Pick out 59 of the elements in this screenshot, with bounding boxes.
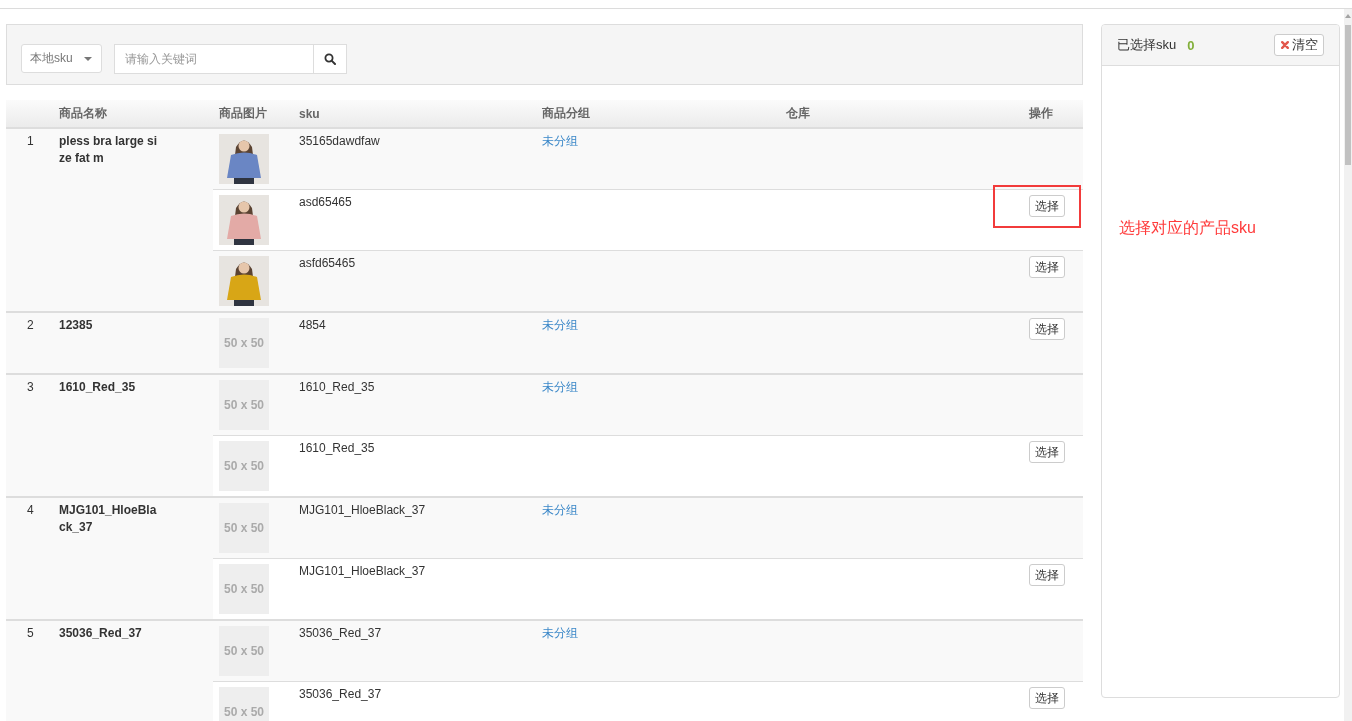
group-link[interactable]: 未分组 xyxy=(542,503,578,517)
group-link[interactable]: 未分组 xyxy=(542,380,578,394)
sku-code: 1610_Red_35 xyxy=(299,441,375,455)
sku-code: asd65465 xyxy=(299,195,352,209)
column-header: 操作 xyxy=(1029,106,1053,120)
product-name: MJG101_HloeBlack_37 xyxy=(59,502,158,536)
photo-placeholder xyxy=(219,134,269,184)
column-header: sku xyxy=(299,106,320,121)
sku-code: MJG101_HloeBlack_37 xyxy=(299,564,426,578)
column-header: 商品图片 xyxy=(219,106,267,120)
column-header: 仓库 xyxy=(786,106,810,120)
size-label: 50 x 50 xyxy=(223,398,264,412)
selected-count: 0 xyxy=(1187,37,1195,53)
size-label: 50 x 50 xyxy=(223,459,264,473)
sku-code: 1610_Red_35 xyxy=(299,380,375,394)
product-name: 1610_Red_35 xyxy=(59,379,137,396)
size-label: 50 x 50 xyxy=(223,336,264,350)
sku-code: 35036_Red_37 xyxy=(299,626,382,640)
row-number: 5 xyxy=(27,626,34,640)
size-label: 50 x 50 xyxy=(223,582,264,596)
select-button[interactable]: 选择 xyxy=(1029,195,1065,217)
search-button[interactable] xyxy=(313,44,347,74)
photo-placeholder xyxy=(219,195,269,245)
annotation-note: 选择对应的产品sku xyxy=(1119,219,1256,236)
product-name: 35036_Red_37 xyxy=(59,625,143,642)
search-icon xyxy=(324,53,336,65)
sku-code: 35165dawdfaw xyxy=(299,134,380,148)
select-button[interactable]: 选择 xyxy=(1029,687,1065,709)
photo-placeholder xyxy=(219,256,269,306)
row-number: 4 xyxy=(27,503,34,517)
select-button[interactable]: 选择 xyxy=(1029,256,1065,278)
column-header: 商品名称 xyxy=(59,106,107,120)
column-header: 商品分组 xyxy=(542,106,590,120)
select-button[interactable]: 选择 xyxy=(1029,441,1065,463)
scope-dropdown[interactable]: 本地sku xyxy=(21,44,102,73)
group-link[interactable]: 未分组 xyxy=(542,626,578,640)
keyword-field[interactable]: 请输入关键词 xyxy=(114,44,313,74)
size-label: 50 x 50 xyxy=(223,521,264,535)
sku-code: 4854 xyxy=(299,318,326,332)
select-button[interactable]: 选择 xyxy=(1029,318,1065,340)
scroll-thumb[interactable] xyxy=(1345,25,1351,165)
product-name: pless bra large size fat m xyxy=(59,133,159,167)
row-number: 3 xyxy=(27,380,34,394)
sku-code: MJG101_HloeBlack_37 xyxy=(299,503,426,517)
product-name: 12385 xyxy=(59,317,94,334)
sku-code: 35036_Red_37 xyxy=(299,687,382,701)
caret-icon xyxy=(84,56,92,61)
clear-button[interactable]: 清空 xyxy=(1274,34,1324,56)
group-link[interactable]: 未分组 xyxy=(542,134,578,148)
arrow-up-icon[interactable] xyxy=(1345,14,1351,18)
sku-code: asfd65465 xyxy=(299,256,356,270)
panel-title: 已选择sku xyxy=(1117,36,1177,54)
cross-icon xyxy=(1280,41,1289,49)
group-link[interactable]: 未分组 xyxy=(542,318,578,332)
select-button[interactable]: 选择 xyxy=(1029,564,1065,586)
row-number: 1 xyxy=(27,134,34,148)
size-label: 50 x 50 xyxy=(223,705,264,719)
row-number: 2 xyxy=(27,318,34,332)
size-label: 50 x 50 xyxy=(223,644,264,658)
